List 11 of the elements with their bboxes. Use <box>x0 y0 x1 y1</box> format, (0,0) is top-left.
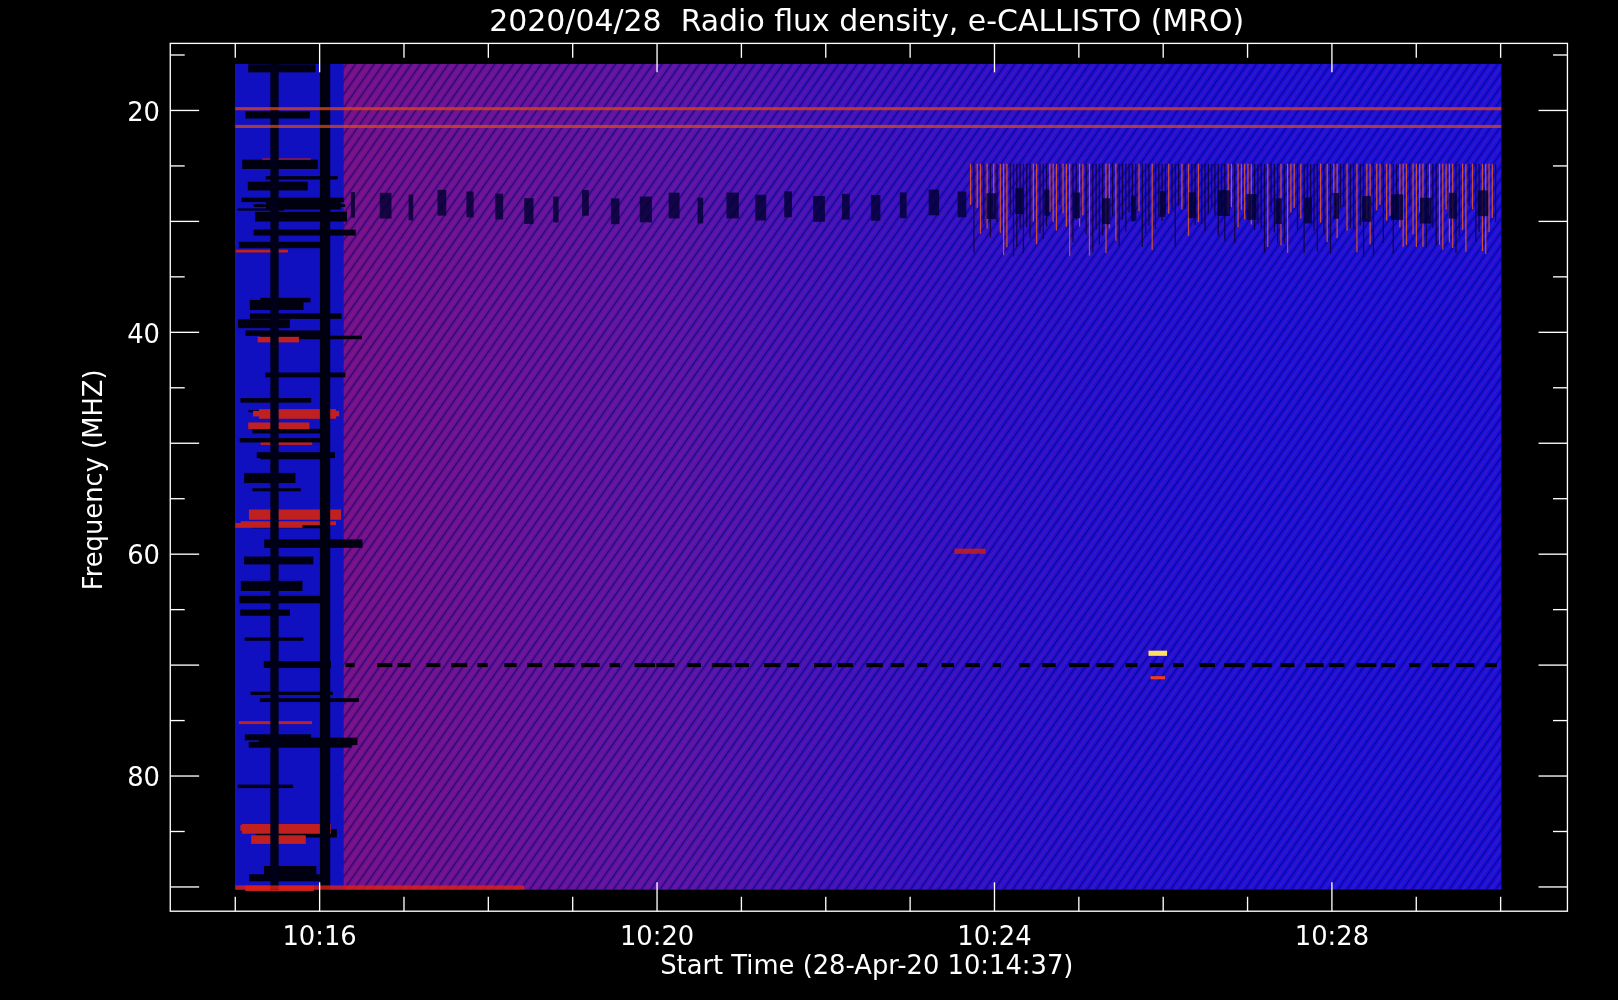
axis-title: Frequency (MHZ) <box>78 369 109 591</box>
axis-tick-label: 40 <box>127 318 160 349</box>
axis-tick-label: 10:16 <box>282 921 357 952</box>
axis-tick-label: 10:20 <box>619 921 695 952</box>
axis-tick-label: 80 <box>127 762 160 793</box>
axis-title: Start Time (28-Apr-20 10:14:37) <box>660 950 1074 981</box>
axis-tick-label: 10:28 <box>1294 921 1370 952</box>
axis-tick-label: 60 <box>127 540 160 571</box>
axis-tick-label: 10:24 <box>957 921 1032 952</box>
axis-tick-label: 20 <box>127 96 160 127</box>
chart-title: 2020/04/28 Radio flux density, e-CALLISTO (MRO) <box>489 3 1245 38</box>
